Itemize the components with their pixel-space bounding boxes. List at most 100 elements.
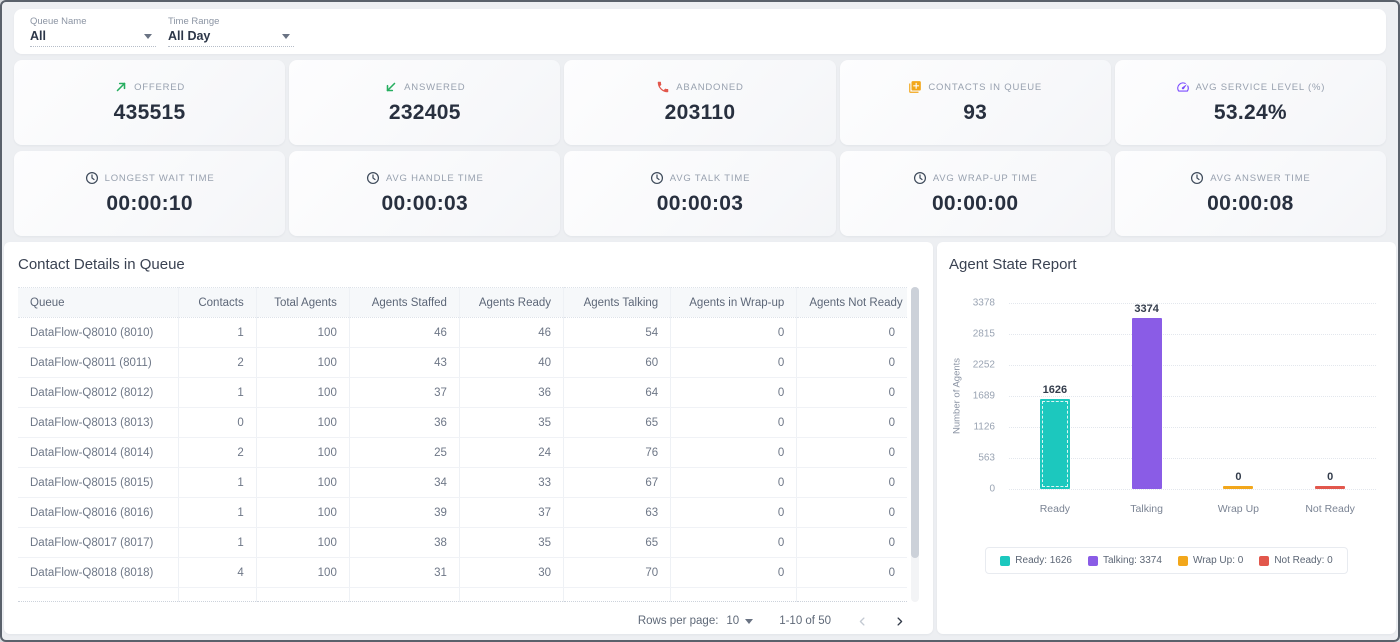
kpi-value: 00:00:03 <box>382 192 468 216</box>
cell: 0 <box>671 438 797 468</box>
kpi-value: 203110 <box>665 101 736 125</box>
kpi-label: OFFERED <box>134 82 185 93</box>
legend-item-talking[interactable]: Talking: 3374 <box>1088 555 1162 566</box>
cell: 35 <box>459 528 563 558</box>
legend-item-wrap-up[interactable]: Wrap Up: 0 <box>1178 555 1243 566</box>
filter-bar: Queue Name All Time Range All Day <box>14 9 1386 54</box>
gauge-icon <box>1176 80 1190 94</box>
cell: 31 <box>349 558 459 588</box>
cell: 25 <box>349 438 459 468</box>
cell: 46 <box>459 318 563 348</box>
bar-slot-talking: 3374 <box>1101 303 1193 489</box>
legend-label: Not Ready: 0 <box>1274 555 1332 566</box>
cell: 100 <box>256 378 349 408</box>
rows-per-page-select[interactable]: 10 <box>726 615 757 627</box>
cell: 0 <box>797 528 907 558</box>
legend-label: Ready: 1626 <box>1015 555 1072 566</box>
cell: 40 <box>459 348 563 378</box>
cell: 1 <box>178 468 256 498</box>
cell: 39 <box>349 498 459 528</box>
dashboard-screen: Queue Name All Time Range All Day OFFERE… <box>0 0 1400 642</box>
x-axis-labels: Ready Talking Wrap Up Not Ready <box>1009 503 1376 515</box>
cell-queue: DataFlow-Q8011 (8011) <box>18 348 178 378</box>
agent-state-report-title: Agent State Report <box>949 256 1384 273</box>
queue-name-value: All <box>30 29 46 43</box>
cell: 0 <box>797 468 907 498</box>
cell: 100 <box>256 318 349 348</box>
table-row: DataFlow-Q8015 (8015)110034336700 <box>18 468 907 498</box>
cell: 33 <box>459 468 563 498</box>
x-label-talking: Talking <box>1101 503 1193 515</box>
column-header-contacts: Contacts <box>178 288 256 318</box>
column-header-agents-talking: Agents Talking <box>564 288 671 318</box>
cell: 0 <box>671 468 797 498</box>
clock-icon <box>913 171 927 185</box>
table-row: DataFlow-Q8017 (8017)110038356500 <box>18 528 907 558</box>
bar-wrap-up[interactable] <box>1223 486 1253 489</box>
cell: 37 <box>349 378 459 408</box>
kpi-value: 00:00:08 <box>1207 192 1293 216</box>
clock-icon <box>366 171 380 185</box>
queue-name-select[interactable]: Queue Name All <box>30 16 156 47</box>
kpi-card-longest-wait-time: LONGEST WAIT TIME 00:00:10 <box>14 151 285 236</box>
cell: 24 <box>459 438 563 468</box>
legend-chip-ready <box>1000 556 1010 566</box>
rows-per-page-label: Rows per page: <box>638 615 719 627</box>
cell: 0 <box>671 528 797 558</box>
cell: 0 <box>671 558 797 588</box>
cell: 100 <box>256 348 349 378</box>
gridline <box>1009 489 1376 490</box>
previous-page-button[interactable] <box>853 614 872 629</box>
time-range-select[interactable]: Time Range All Day <box>168 16 294 47</box>
cell: 65 <box>564 408 671 438</box>
cell: 36 <box>349 408 459 438</box>
bar-ready[interactable] <box>1040 399 1070 489</box>
cell-queue: DataFlow-Q8016 (8016) <box>18 498 178 528</box>
legend-label: Wrap Up: 0 <box>1193 555 1243 566</box>
legend-item-not-ready[interactable]: Not Ready: 0 <box>1259 555 1332 566</box>
cell: 43 <box>349 348 459 378</box>
kpi-value: 232405 <box>389 101 461 125</box>
kpi-card-abandoned: ABANDONED 203110 <box>564 60 835 145</box>
table-row: DataFlow-Q8012 (8012)110037366400 <box>18 378 907 408</box>
arrow-up-right-icon <box>114 80 128 94</box>
cell: 67 <box>564 468 671 498</box>
bar-talking[interactable] <box>1132 318 1162 489</box>
queue-add-icon <box>908 80 922 94</box>
y-axis-ticks: 3378 2815 2252 1689 1126 563 0 <box>965 303 1001 489</box>
cell: 1 <box>178 318 256 348</box>
cell: 0 <box>671 408 797 438</box>
column-header-queue: Queue <box>18 288 178 318</box>
kpi-card-avg-talk-time: AVG TALK TIME 00:00:03 <box>564 151 835 236</box>
contact-details-title: Contact Details in Queue <box>18 256 919 273</box>
table-scrollbar[interactable] <box>911 287 919 602</box>
chevron-down-icon <box>144 34 152 39</box>
table-row: DataFlow-Q8016 (8016)110039376300 <box>18 498 907 528</box>
cell: 30 <box>459 558 563 588</box>
cell: 65 <box>564 528 671 558</box>
cell: 100 <box>256 408 349 438</box>
chart-plot-area: 1626 3374 0 <box>1009 303 1376 489</box>
scrollbar-thumb[interactable] <box>911 287 919 558</box>
cell: 2 <box>178 348 256 378</box>
table-row: DataFlow-Q8014 (8014)210025247600 <box>18 438 907 468</box>
agent-state-chart: Number of Agents 3378 2815 2252 1689 112… <box>949 303 1384 521</box>
chevron-down-icon <box>282 34 290 39</box>
cell: 36 <box>459 378 563 408</box>
table-row: DataFlow-Q8011 (8011)210043406000 <box>18 348 907 378</box>
kpi-card-offered: OFFERED 435515 <box>14 60 285 145</box>
kpi-card-answered: ANSWERED 232405 <box>289 60 560 145</box>
bar-slot-not-ready: 0 <box>1284 303 1376 489</box>
cell: 60 <box>564 348 671 378</box>
legend-item-ready[interactable]: Ready: 1626 <box>1000 555 1072 566</box>
kpi-card-avg-service-level: AVG SERVICE LEVEL (%) 53.24% <box>1115 60 1386 145</box>
kpi-label: LONGEST WAIT TIME <box>105 173 215 184</box>
legend-label: Talking: 3374 <box>1103 555 1162 566</box>
kpi-value: 00:00:03 <box>657 192 743 216</box>
y-axis-title: Number of Agents <box>949 303 965 489</box>
bar-value-label: 3374 <box>1134 303 1158 315</box>
kpi-label: AVG WRAP-UP TIME <box>933 173 1038 184</box>
next-page-button[interactable] <box>890 614 909 629</box>
bar-not-ready[interactable] <box>1315 486 1345 489</box>
kpi-card-avg-answer-time: AVG ANSWER TIME 00:00:08 <box>1115 151 1386 236</box>
